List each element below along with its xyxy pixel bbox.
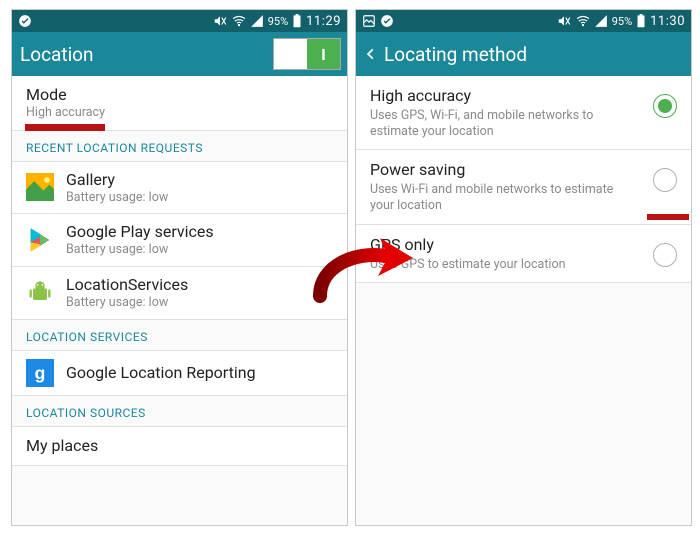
radio-icon xyxy=(653,243,677,267)
google-g-icon: g xyxy=(26,359,54,387)
highlight-marker xyxy=(25,124,105,131)
action-bar: Locating method xyxy=(356,32,691,76)
locating-option-high-accuracy[interactable]: High accuracy Uses GPS, Wi-Fi, and mobil… xyxy=(356,76,691,150)
section-recent-requests: RECENT LOCATION REQUESTS xyxy=(12,131,347,162)
clock: 11:30 xyxy=(650,14,685,29)
wifi-icon xyxy=(232,14,246,28)
radio-icon xyxy=(653,168,677,192)
app-sub: Battery usage: low xyxy=(66,242,214,258)
recent-app-row[interactable]: Google Play services Battery usage: low xyxy=(12,214,347,267)
mode-value: High accuracy xyxy=(26,105,333,121)
battery-percent: 95% xyxy=(268,15,288,28)
mode-row[interactable]: Mode High accuracy xyxy=(12,76,347,131)
battery-icon xyxy=(292,14,302,28)
location-master-toggle[interactable]: I xyxy=(273,38,341,70)
app-name: LocationServices xyxy=(66,275,188,295)
locating-option-gps-only[interactable]: GPS only Uses GPS to estimate your locat… xyxy=(356,225,691,284)
locating-option-power-saving[interactable]: Power saving Uses Wi-Fi and mobile netwo… xyxy=(356,150,691,224)
section-location-sources: LOCATION SOURCES xyxy=(12,396,347,427)
location-reporting-row[interactable]: g Google Location Reporting xyxy=(12,351,347,396)
my-places-label: My places xyxy=(26,436,333,456)
signal-icon xyxy=(594,14,608,28)
my-places-row[interactable]: My places xyxy=(12,427,347,466)
section-location-services: LOCATION SERVICES xyxy=(12,320,347,351)
gallery-icon xyxy=(26,173,54,201)
silent-icon xyxy=(556,14,572,28)
signal-icon xyxy=(250,14,264,28)
battery-icon xyxy=(636,14,646,28)
option-title: High accuracy xyxy=(370,86,643,106)
content: High accuracy Uses GPS, Wi-Fi, and mobil… xyxy=(356,76,691,525)
app-name: Google Play services xyxy=(66,222,214,242)
battery-percent: 95% xyxy=(612,15,632,28)
status-bar: 95% 11:30 xyxy=(356,10,691,32)
reporting-label: Google Location Reporting xyxy=(66,363,256,383)
back-button[interactable] xyxy=(364,43,378,65)
page-title: Location xyxy=(20,43,94,66)
locating-method-screen: 95% 11:30 Locating method High accuracy … xyxy=(355,9,692,526)
highlight-marker xyxy=(647,214,689,220)
mode-label: Mode xyxy=(26,85,333,105)
play-services-icon xyxy=(26,226,54,254)
option-title: Power saving xyxy=(370,160,643,180)
radio-icon xyxy=(653,94,677,118)
page-title: Locating method xyxy=(384,43,527,66)
option-title: GPS only xyxy=(370,235,643,255)
app-sub: Battery usage: low xyxy=(66,295,188,311)
recent-app-row[interactable]: Gallery Battery usage: low xyxy=(12,162,347,215)
check-circle-icon xyxy=(18,14,32,28)
check-circle-icon xyxy=(380,14,394,28)
option-sub: Uses Wi-Fi and mobile networks to estima… xyxy=(370,182,643,213)
android-icon xyxy=(26,279,54,307)
clock: 11:29 xyxy=(306,14,341,29)
svg-text:g: g xyxy=(35,362,46,382)
silent-icon xyxy=(212,14,228,28)
status-bar: 95% 11:29 xyxy=(12,10,347,32)
content: Mode High accuracy RECENT LOCATION REQUE… xyxy=(12,76,347,525)
recent-app-row[interactable]: LocationServices Battery usage: low xyxy=(12,267,347,320)
option-sub: Uses GPS, Wi-Fi, and mobile networks to … xyxy=(370,108,643,139)
app-name: Gallery xyxy=(66,170,168,190)
action-bar: Location I xyxy=(12,32,347,76)
app-sub: Battery usage: low xyxy=(66,190,168,206)
wifi-icon xyxy=(576,14,590,28)
screenshot-icon xyxy=(362,14,376,28)
location-settings-screen: 95% 11:29 Location I Mode High accuracy … xyxy=(11,9,348,526)
option-sub: Uses GPS to estimate your location xyxy=(370,257,643,273)
